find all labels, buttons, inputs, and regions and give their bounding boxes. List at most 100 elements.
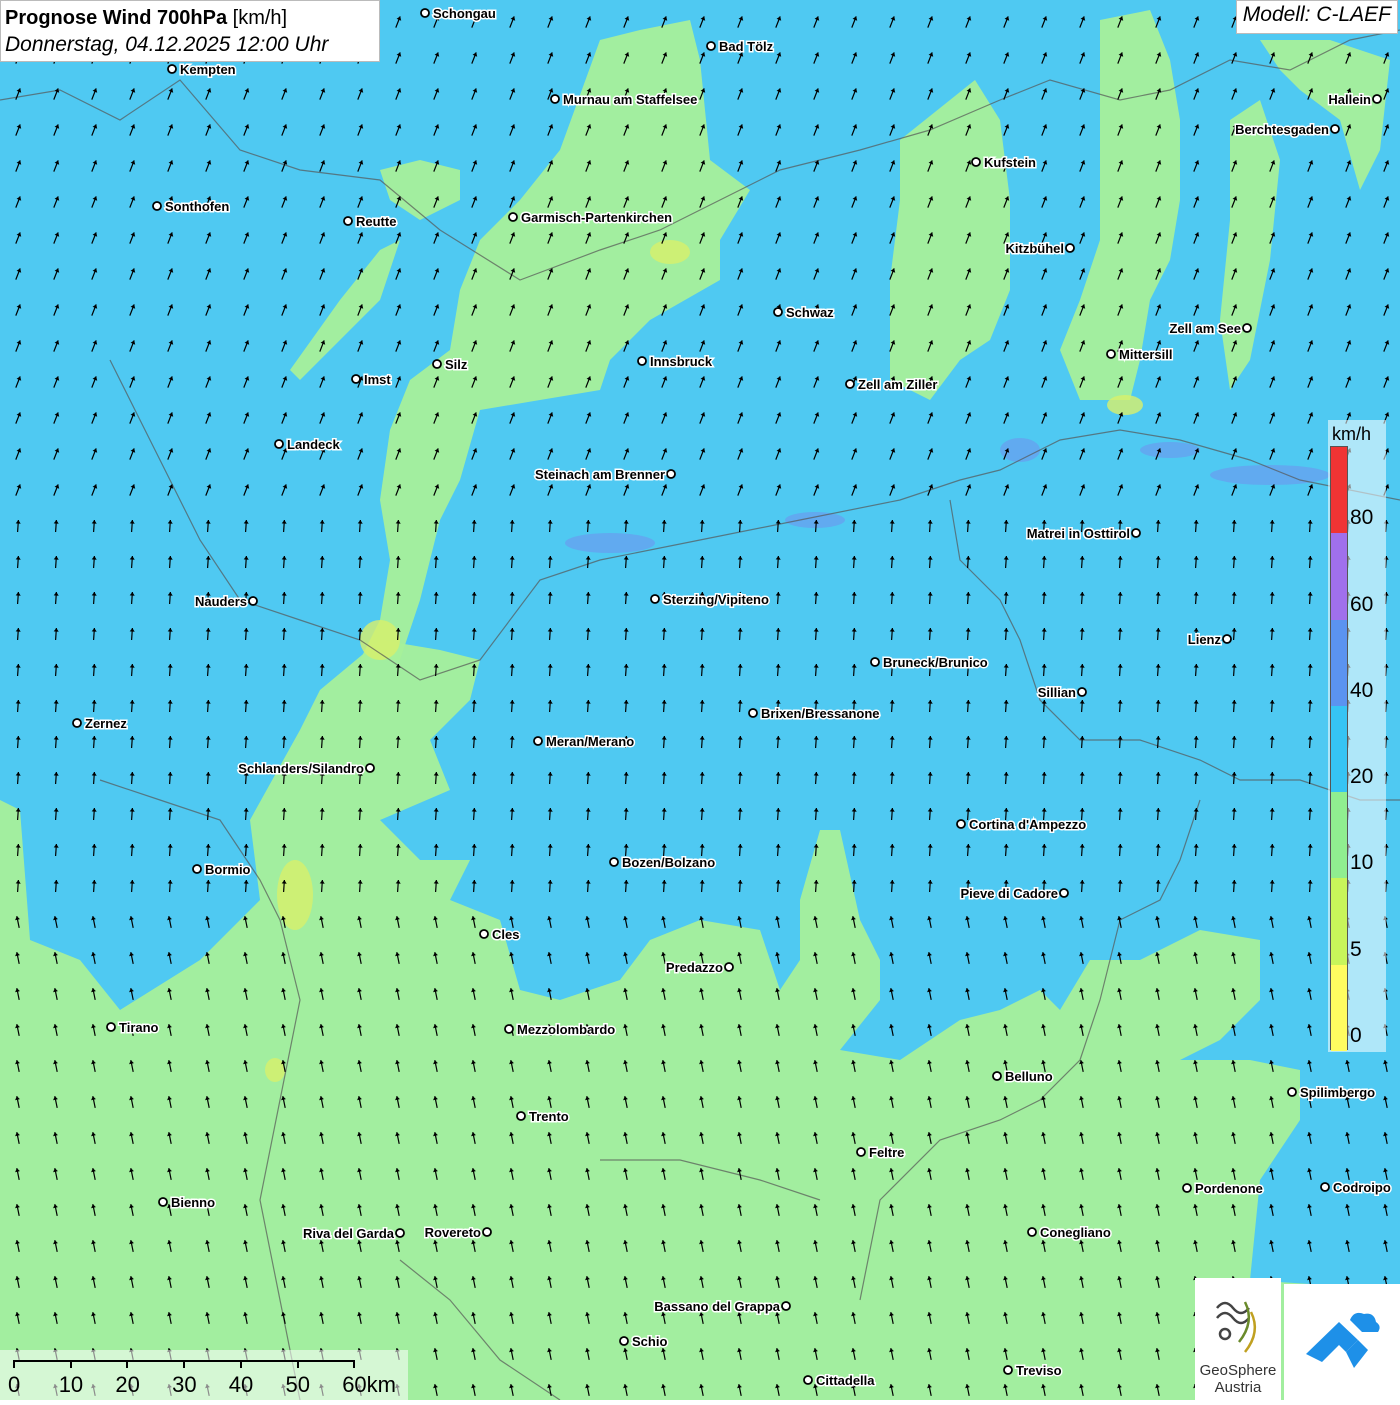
city-dot	[106, 1022, 116, 1032]
city-label: Meran/Merano	[546, 734, 634, 749]
city-label: Mittersill	[1119, 347, 1172, 362]
app-logo[interactable]	[1284, 1284, 1400, 1400]
city-marker: Sonthofen	[152, 198, 231, 216]
city-label: Tirano	[119, 1020, 159, 1035]
city-label: Nauders	[195, 594, 247, 609]
city-marker: Matrei in Osttirol	[1025, 525, 1141, 543]
wind-map: Schongau Bad Tölz Kempten Murnau am Staffel…	[0, 0, 1400, 1400]
city-dot	[533, 736, 543, 746]
city-dot	[845, 379, 855, 389]
city-label: Sonthofen	[165, 199, 229, 214]
scale-label: 10	[58, 1372, 84, 1397]
city-label: Bormio	[205, 862, 251, 877]
scale-tick	[69, 1360, 72, 1368]
city-marker: Bozen/Bolzano	[609, 854, 717, 872]
scale-tick	[296, 1360, 299, 1368]
city-marker: Bassano del Grappa	[653, 1298, 791, 1316]
city-dot	[619, 1336, 629, 1346]
city-label: Cortina d'Ampezzo	[969, 817, 1086, 832]
legend-swatch	[1331, 878, 1347, 965]
map-title-unit: [km/h]	[232, 7, 288, 29]
city-label: Schio	[632, 1334, 667, 1349]
scale-tick	[353, 1360, 356, 1368]
city-marker: Innsbruck	[637, 353, 714, 371]
city-label: Kufstein	[984, 155, 1036, 170]
city-dot	[609, 857, 619, 867]
city-dot	[956, 819, 966, 829]
city-dot	[971, 157, 981, 167]
city-dot	[748, 708, 758, 718]
scale-label: 60km	[342, 1372, 396, 1397]
city-label: Bruneck/Brunico	[883, 655, 988, 670]
map-title: Prognose Wind 700hPa [km/h]	[5, 4, 375, 32]
city-dot	[1077, 687, 1087, 697]
city-label: Bad Tölz	[719, 39, 774, 54]
city-dot	[1106, 349, 1116, 359]
legend-label: 0	[1350, 1024, 1362, 1047]
city-label: Treviso	[1016, 1363, 1062, 1378]
city-marker: Pieve di Cadore	[959, 885, 1069, 903]
city-dot	[1222, 634, 1232, 644]
city-label: Rovereto	[425, 1225, 481, 1240]
legend-bar	[1330, 446, 1348, 1051]
city-label: Predazzo	[666, 960, 723, 975]
scale-label: 50	[285, 1372, 310, 1397]
city-dot	[1131, 528, 1141, 538]
city-dot	[1242, 323, 1252, 333]
logo-name-line2: Austria	[1214, 1379, 1262, 1396]
city-dot	[870, 657, 880, 667]
city-dot	[482, 1227, 492, 1237]
city-dot	[706, 41, 716, 51]
city-label: Brixen/Bressanone	[761, 706, 880, 721]
city-label: Imst	[364, 372, 391, 387]
legend-swatch	[1331, 964, 1347, 1051]
city-label: Spilimbergo	[1300, 1085, 1375, 1100]
city-dot	[1330, 124, 1340, 134]
city-marker: Conegliano	[1027, 1224, 1112, 1242]
city-label: Kitzbühel	[1006, 241, 1065, 256]
city-label: Sillian	[1038, 685, 1076, 700]
city-label: Mezzolombardo	[517, 1022, 615, 1037]
city-label: Pieve di Cadore	[960, 886, 1058, 901]
city-label: Bienno	[171, 1195, 215, 1210]
city-label: Pordenone	[1195, 1181, 1263, 1196]
scale-tick	[13, 1360, 15, 1368]
scale-label: 0	[8, 1372, 21, 1397]
city-marker: Kitzbühel	[1004, 240, 1075, 258]
city-dot	[724, 962, 734, 972]
city-marker: Pordenone	[1182, 1180, 1264, 1198]
city-label: Bozen/Bolzano	[622, 855, 715, 870]
city-label: Bassano del Grappa	[654, 1299, 780, 1314]
legend-swatch	[1331, 619, 1347, 706]
city-marker: Sterzing/Vipiteno	[650, 591, 770, 609]
city-dot	[158, 1197, 168, 1207]
city-label: Lienz	[1188, 632, 1222, 647]
scale-tick	[183, 1360, 186, 1368]
city-marker: Mezzolombardo	[504, 1021, 617, 1039]
city-label: Reutte	[356, 214, 396, 229]
city-dot	[1372, 94, 1382, 104]
city-marker: Brixen/Bressanone	[748, 705, 881, 723]
city-dot	[274, 439, 284, 449]
city-label: Zernez	[85, 716, 127, 731]
geosphere-logo[interactable]: GeoSphere Austria	[1195, 1278, 1281, 1400]
city-label: Landeck	[287, 437, 341, 452]
city-marker: Schongau	[420, 5, 497, 23]
scale-bar: 0 10 20 30 40 50 60km	[0, 1350, 408, 1400]
city-dot	[1287, 1087, 1297, 1097]
city-marker: Riva del Garda	[301, 1225, 405, 1243]
city-label: Garmisch-Partenkirchen	[521, 210, 672, 225]
city-label: Cittadella	[816, 1373, 875, 1388]
city-dot	[1182, 1183, 1192, 1193]
city-label: Trento	[529, 1109, 569, 1124]
city-dot	[637, 356, 647, 366]
city-label: Berchtesgaden	[1235, 122, 1329, 137]
city-marker: Berchtesgaden	[1234, 121, 1340, 139]
color-legend: km/h 0 5 10 20 40 60 80	[1328, 420, 1386, 1052]
city-dot	[432, 359, 442, 369]
scale-label: 40	[228, 1372, 254, 1397]
city-marker: Schlanders/Silandro	[237, 760, 375, 778]
city-label: Feltre	[869, 1145, 904, 1160]
model-label: Modell: C-LAEF	[1235, 0, 1398, 34]
city-marker: Zell am See	[1168, 320, 1252, 338]
